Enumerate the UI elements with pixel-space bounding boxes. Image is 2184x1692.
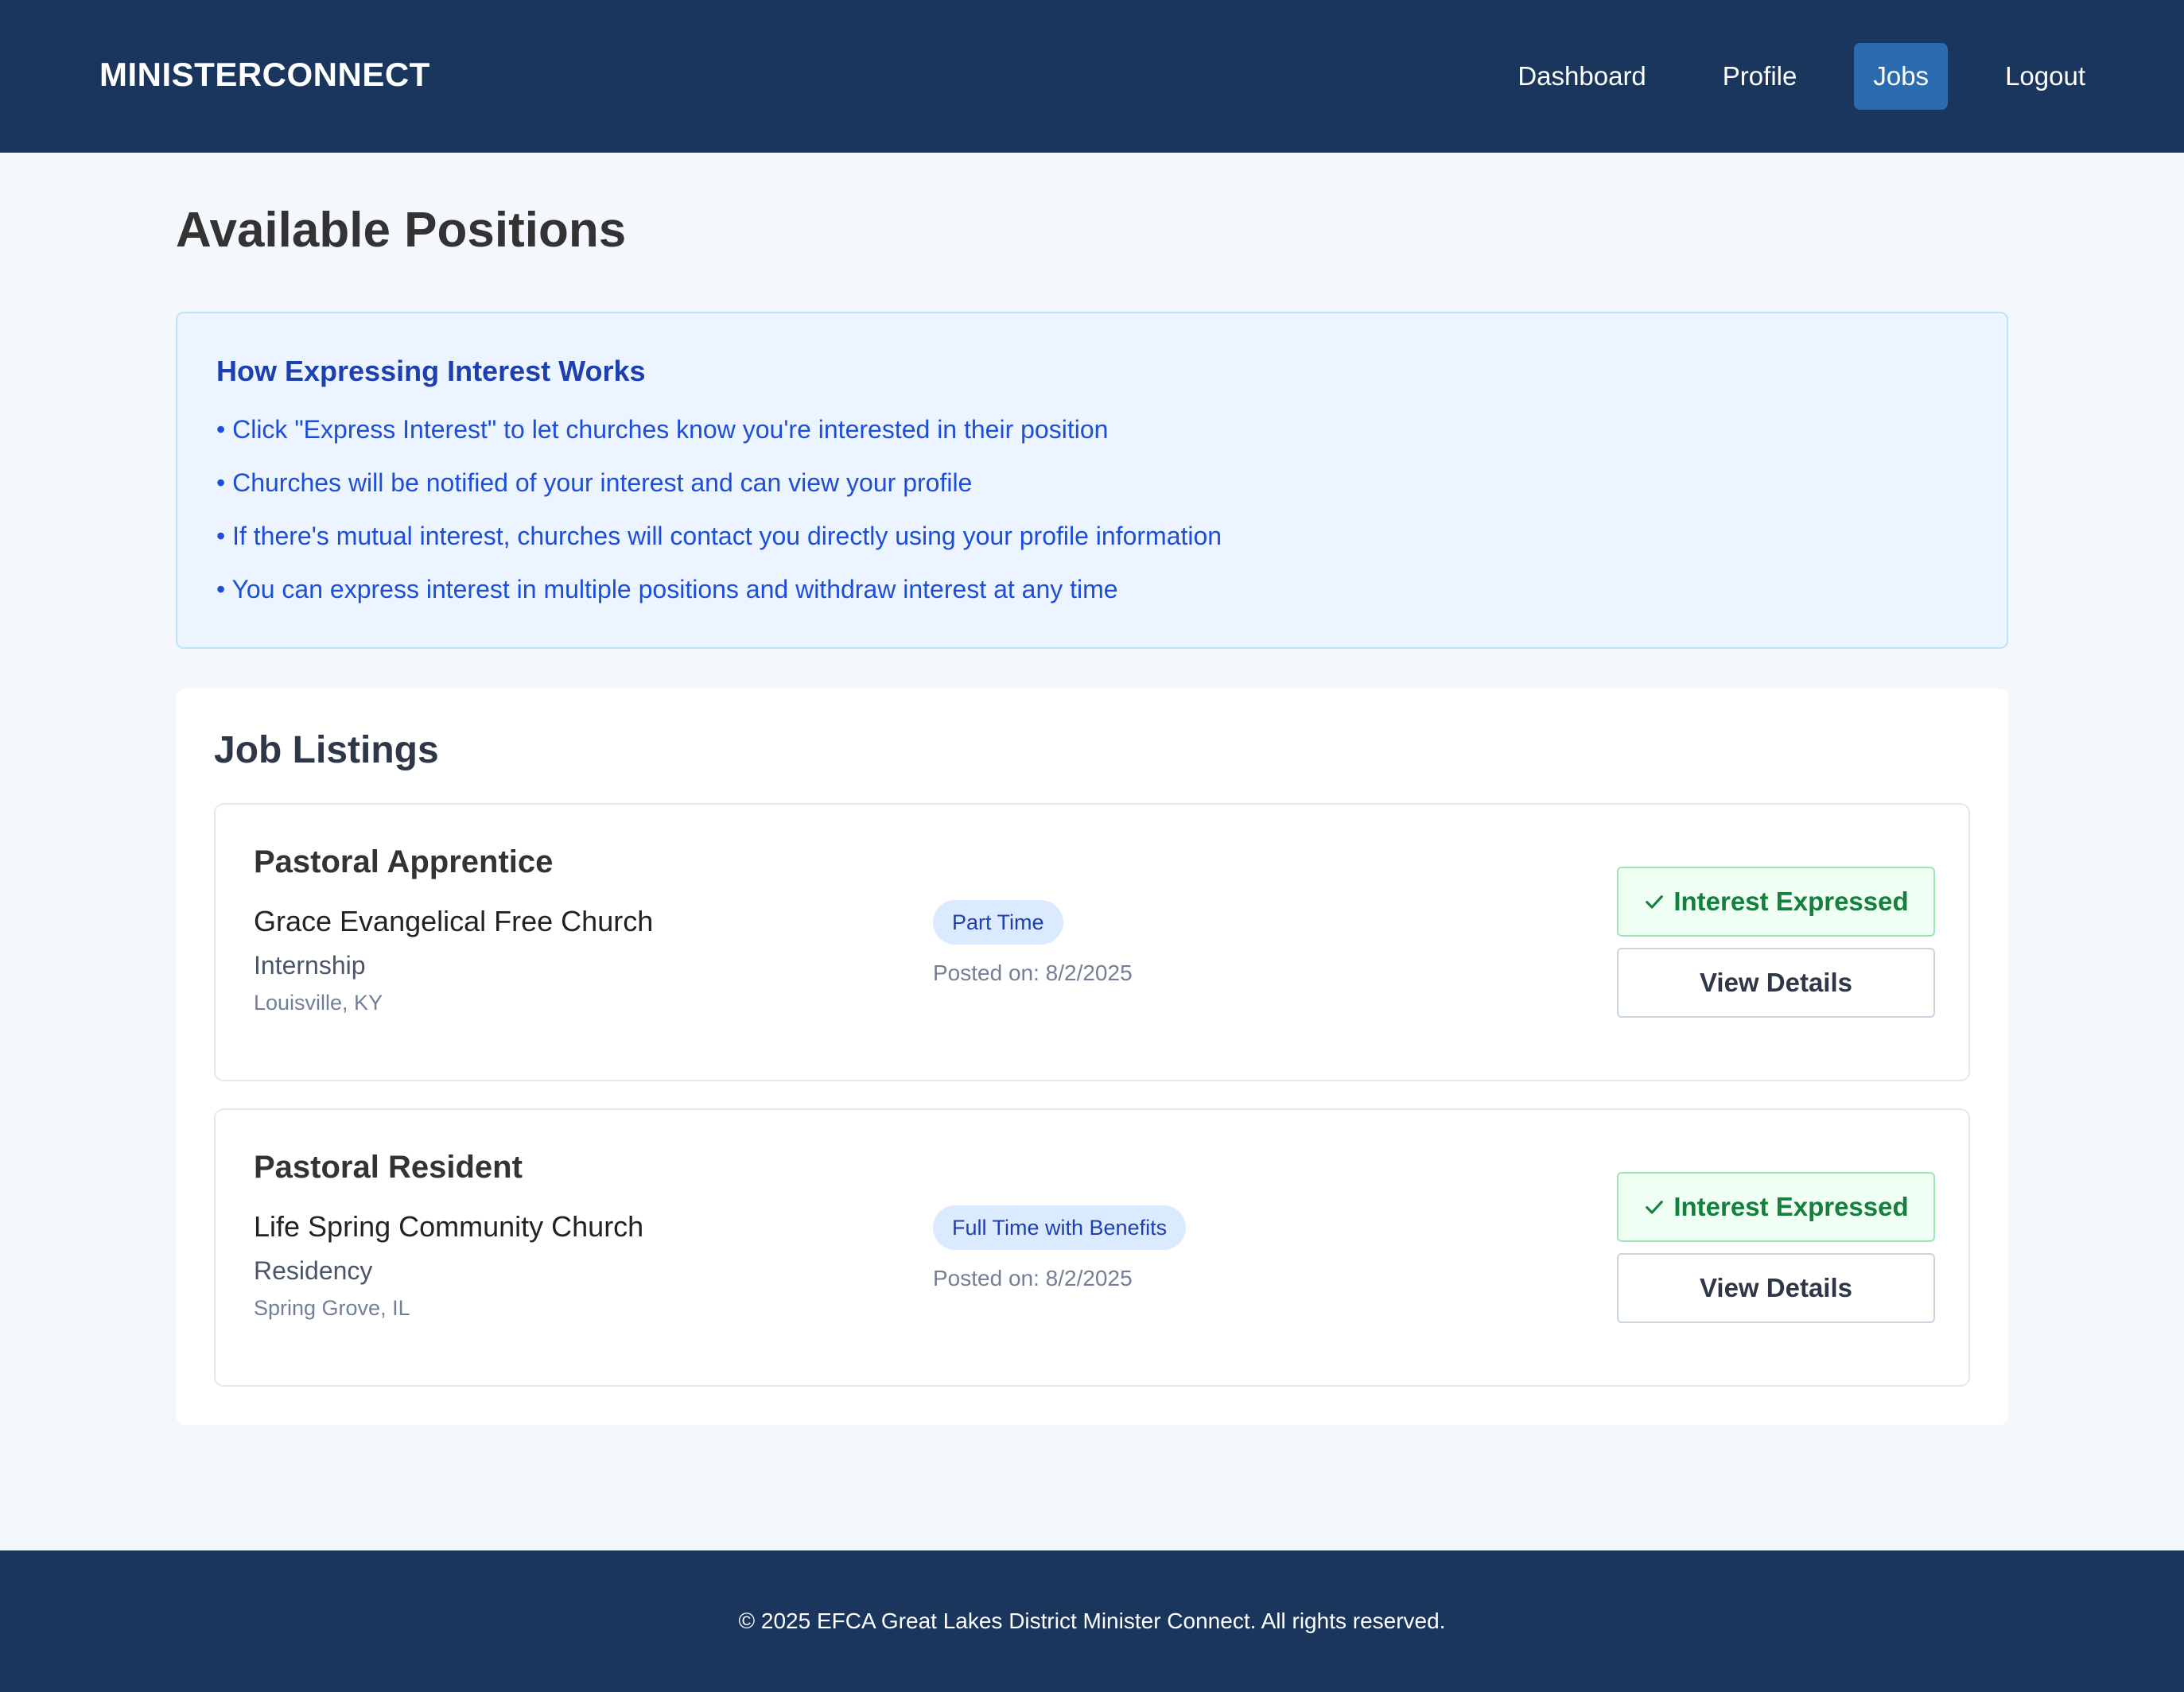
- job-title: Pastoral Resident: [254, 1150, 523, 1185]
- interest-expressed-label: Interest Expressed: [1673, 1192, 1909, 1221]
- site-header: MINISTERCONNECT Dashboard Profile Jobs L…: [0, 0, 2184, 153]
- brand-logo[interactable]: MINISTERCONNECT: [99, 56, 430, 94]
- job-church: Grace Evangelical Free Church: [254, 905, 654, 937]
- interest-expressed-button[interactable]: Interest Expressed: [1617, 867, 1935, 937]
- job-listings-panel: Job Listings Pastoral Apprentice Grace E…: [176, 689, 2008, 1425]
- info-list: • Click "Express Interest" to let church…: [216, 413, 1222, 627]
- interest-expressed-label: Interest Expressed: [1673, 887, 1909, 916]
- info-box: How Expressing Interest Works • Click "E…: [176, 312, 2008, 649]
- check-icon: [1646, 895, 1664, 909]
- main-nav: Dashboard Profile Jobs Logout: [1498, 43, 2184, 110]
- nav-profile[interactable]: Profile: [1704, 43, 1817, 110]
- job-posted-date: Posted on: 8/2/2025: [933, 1266, 1133, 1290]
- footer-copyright: © 2025 EFCA Great Lakes District Ministe…: [738, 1609, 1446, 1633]
- job-card: Pastoral Resident Life Spring Community …: [214, 1108, 1970, 1387]
- info-title: How Expressing Interest Works: [216, 355, 646, 387]
- info-item: • Churches will be notified of your inte…: [216, 468, 973, 497]
- employment-type-badge: Part Time: [933, 900, 1063, 945]
- nav-dashboard[interactable]: Dashboard: [1498, 43, 1665, 110]
- job-location: Louisville, KY: [254, 991, 383, 1015]
- info-item: • If there's mutual interest, churches w…: [216, 522, 1222, 550]
- info-item: • You can express interest in multiple p…: [216, 575, 1118, 603]
- job-title: Pastoral Apprentice: [254, 844, 554, 879]
- job-posted-date: Posted on: 8/2/2025: [933, 960, 1133, 985]
- employment-type-badge: Full Time with Benefits: [933, 1205, 1187, 1250]
- nav-jobs[interactable]: Jobs: [1854, 43, 1949, 110]
- job-type: Residency: [254, 1256, 373, 1285]
- interest-expressed-button[interactable]: Interest Expressed: [1617, 1172, 1935, 1242]
- job-card: Pastoral Apprentice Grace Evangelical Fr…: [214, 803, 1970, 1081]
- site-footer: © 2025 EFCA Great Lakes District Ministe…: [0, 1550, 2184, 1692]
- job-type: Internship: [254, 951, 366, 980]
- check-icon: [1646, 1201, 1664, 1214]
- job-listings-title: Job Listings: [214, 729, 439, 771]
- job-location: Spring Grove, IL: [254, 1296, 410, 1320]
- job-church: Life Spring Community Church: [254, 1210, 644, 1243]
- info-item: • Click "Express Interest" to let church…: [216, 415, 1109, 444]
- page-title: Available Positions: [176, 203, 627, 258]
- view-details-button[interactable]: View Details: [1617, 948, 1935, 1018]
- nav-logout[interactable]: Logout: [1986, 43, 2104, 110]
- view-details-button[interactable]: View Details: [1617, 1253, 1935, 1323]
